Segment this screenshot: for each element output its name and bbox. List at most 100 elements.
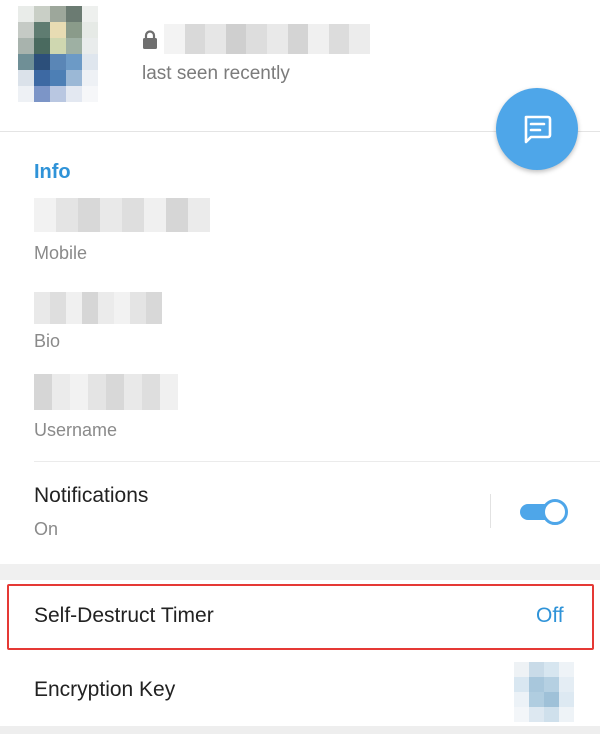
- name-blur-block: [349, 24, 370, 54]
- avatar-pixel: [50, 22, 66, 38]
- avatar-pixel: [50, 86, 66, 102]
- key-pixel: [559, 692, 574, 707]
- bio-label: Bio: [34, 331, 61, 351]
- value-blur-block: [34, 374, 52, 410]
- username-label: Username: [34, 420, 118, 440]
- avatar-pixel: [50, 6, 66, 22]
- name-blur-block: [246, 24, 267, 54]
- notifications-title[interactable]: Notifications: [34, 484, 148, 508]
- avatar-pixel: [18, 6, 34, 22]
- value-blur-block: [78, 198, 100, 232]
- key-pixel: [529, 662, 544, 677]
- value-blur-block: [66, 292, 82, 324]
- avatar-pixel: [18, 54, 34, 70]
- avatar-pixel: [66, 54, 82, 70]
- avatar[interactable]: [18, 6, 98, 102]
- key-pixel: [559, 677, 574, 692]
- value-blur-block: [56, 198, 78, 232]
- key-pixel: [514, 662, 529, 677]
- value-blur-block: [98, 292, 114, 324]
- self-destruct-timer-label: Self-Destruct Timer: [34, 604, 214, 627]
- value-blur-block: [144, 198, 166, 232]
- value-blur-block: [52, 374, 70, 410]
- value-blur-block: [160, 374, 178, 410]
- avatar-pixel: [18, 70, 34, 86]
- info-section-title: Info: [34, 161, 71, 183]
- avatar-pixel: [66, 38, 82, 54]
- value-blur-block: [100, 198, 122, 232]
- avatar-pixel: [18, 22, 34, 38]
- name-blur-block: [266, 24, 288, 54]
- contact-name: [164, 24, 370, 54]
- avatar-pixel: [34, 6, 50, 22]
- avatar-pixel: [50, 70, 66, 86]
- key-pixel: [529, 677, 544, 692]
- name-blur-block: [287, 24, 309, 54]
- avatar-pixel: [50, 38, 66, 54]
- avatar-pixel: [82, 22, 98, 38]
- key-pixel: [544, 677, 559, 692]
- notifications-toggle[interactable]: [520, 499, 570, 525]
- bottom-separator: [0, 726, 600, 734]
- value-blur-block: [124, 374, 142, 410]
- value-blur-block: [130, 292, 146, 324]
- avatar-pixel: [82, 70, 98, 86]
- avatar-pixel: [66, 6, 82, 22]
- encryption-key-image[interactable]: [514, 662, 574, 722]
- mobile-value[interactable]: [34, 198, 210, 232]
- toggle-knob: [542, 499, 568, 525]
- info-divider: [34, 461, 600, 462]
- value-blur-block: [88, 374, 106, 410]
- avatar-pixel: [82, 86, 98, 102]
- value-blur-block: [50, 292, 66, 324]
- username-value[interactable]: [34, 374, 178, 410]
- avatar-pixel: [18, 86, 34, 102]
- name-blur-block: [184, 24, 206, 54]
- value-blur-block: [142, 374, 160, 410]
- key-pixel: [514, 692, 529, 707]
- avatar-pixel: [66, 86, 82, 102]
- avatar-pixel: [34, 22, 50, 38]
- avatar-pixel: [34, 54, 50, 70]
- name-blur-block: [308, 24, 329, 54]
- encryption-key-label: Encryption Key: [34, 678, 176, 701]
- self-destruct-timer-value[interactable]: Off: [536, 604, 564, 628]
- key-pixel: [514, 707, 529, 722]
- value-blur-block: [146, 292, 162, 324]
- value-blur-block: [188, 198, 210, 232]
- notifications-status: On: [34, 519, 59, 539]
- value-blur-block: [106, 374, 124, 410]
- name-blur-block: [205, 24, 226, 54]
- value-blur-block: [70, 374, 88, 410]
- name-blur-block: [164, 24, 185, 54]
- name-blur-block: [225, 24, 247, 54]
- name-blur-block: [328, 24, 350, 54]
- value-blur-block: [82, 292, 98, 324]
- avatar-pixel: [82, 54, 98, 70]
- lock-icon: [143, 30, 157, 49]
- avatar-pixel: [34, 38, 50, 54]
- avatar-pixel: [34, 86, 50, 102]
- value-blur-block: [114, 292, 130, 324]
- key-pixel: [559, 707, 574, 722]
- message-icon: [524, 115, 552, 144]
- key-pixel: [529, 707, 544, 722]
- bio-value[interactable]: [34, 292, 162, 324]
- value-blur-block: [34, 292, 50, 324]
- last-seen-status: last seen recently: [142, 63, 290, 84]
- notifications-separator: [490, 494, 491, 528]
- key-pixel: [544, 707, 559, 722]
- mobile-label: Mobile: [34, 243, 88, 263]
- avatar-pixel: [34, 70, 50, 86]
- avatar-pixel: [82, 6, 98, 22]
- avatar-pixel: [66, 70, 82, 86]
- avatar-pixel: [18, 38, 34, 54]
- send-message-button[interactable]: [496, 88, 578, 170]
- key-pixel: [514, 677, 529, 692]
- avatar-pixel: [66, 22, 82, 38]
- value-blur-block: [166, 198, 188, 232]
- key-pixel: [544, 662, 559, 677]
- value-blur-block: [122, 198, 144, 232]
- section-separator: [0, 564, 600, 580]
- key-pixel: [544, 692, 559, 707]
